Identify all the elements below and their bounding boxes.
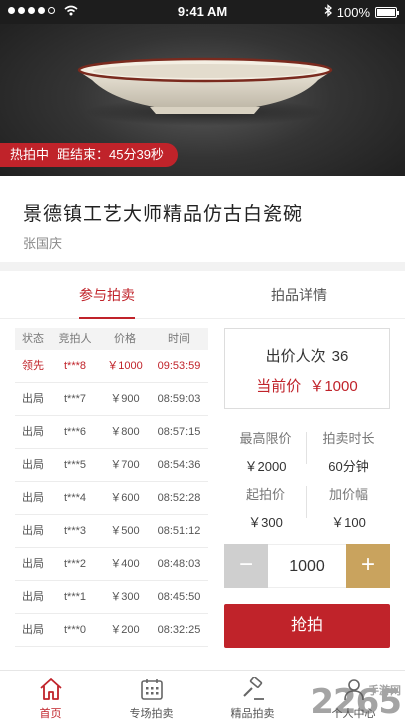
home-icon xyxy=(38,677,64,701)
row-bidder: t***0 xyxy=(63,624,87,636)
increment-cell: 加价幅 ￥100 xyxy=(307,484,390,531)
row-time: 08:52:28 xyxy=(157,492,201,504)
table-row: 出局 t***2 ￥400 08:48:03 xyxy=(15,548,208,581)
header-bidder: 竞拍人 xyxy=(58,333,92,345)
start-price-value: ￥300 xyxy=(248,515,283,530)
row-time: 08:54:36 xyxy=(157,459,201,471)
max-price-value: ￥2000 xyxy=(244,459,287,474)
watermark-subtext: 手游网 xyxy=(368,684,401,697)
nav-home[interactable]: 首页 xyxy=(0,671,101,721)
row-status: 出局 xyxy=(22,558,44,570)
row-price: ￥400 xyxy=(110,558,140,570)
table-row: 出局 t***7 ￥900 08:59:03 xyxy=(15,383,208,416)
hot-status-label: 热拍中 xyxy=(10,147,50,162)
current-price-value: ￥1000 xyxy=(309,378,358,395)
table-row: 出局 t***0 ￥200 08:32:25 xyxy=(15,614,208,647)
row-status: 领先 xyxy=(22,360,44,372)
nav-premium-auction-label: 精品拍卖 xyxy=(230,708,275,720)
header-price: 价格 xyxy=(114,333,136,345)
increase-bid-button[interactable]: + xyxy=(346,544,390,588)
bid-count-label: 出价人次 xyxy=(265,348,326,365)
row-bidder: t***7 xyxy=(63,393,87,405)
item-info: 景德镇工艺大师精品仿古白瓷碗 张国庆 xyxy=(0,176,405,262)
battery-icon xyxy=(375,6,399,18)
place-bid-button[interactable]: 抢拍 xyxy=(224,604,390,648)
row-time: 08:32:25 xyxy=(157,624,201,636)
battery-percent: 100% xyxy=(336,4,370,20)
row-bidder: t***6 xyxy=(63,426,87,438)
max-price-label: 最高限价 xyxy=(239,431,292,446)
row-price: ￥800 xyxy=(110,426,140,438)
row-status: 出局 xyxy=(22,393,44,405)
start-price-label: 起拍价 xyxy=(245,487,285,502)
nav-home-label: 首页 xyxy=(39,708,62,720)
increment-label: 加价幅 xyxy=(328,487,368,502)
calendar-icon xyxy=(139,677,165,701)
section-divider xyxy=(0,262,405,271)
row-time: 08:45:50 xyxy=(157,591,201,603)
item-title: 景德镇工艺大师精品仿古白瓷碗 xyxy=(23,204,304,225)
table-row: 出局 t***3 ￥500 08:51:12 xyxy=(15,515,208,548)
table-row: 出局 t***4 ￥600 08:52:28 xyxy=(15,482,208,515)
auction-rules: 最高限价 ￥2000 拍卖时长 60分钟 起拍价 ￥300 加价幅 ￥100 xyxy=(224,422,390,532)
table-row: 出局 t***5 ￥700 08:54:36 xyxy=(15,449,208,482)
row-price: ￥1000 xyxy=(107,360,143,372)
item-author: 张国庆 xyxy=(23,236,63,251)
bid-count-value: 36 xyxy=(331,348,349,365)
increment-value: ￥100 xyxy=(331,515,366,530)
row-price: ￥700 xyxy=(110,459,140,471)
nav-premium-auction[interactable]: 精品拍卖 xyxy=(202,671,303,721)
status-bar: 9:41 AM 100% xyxy=(0,0,405,24)
row-status: 出局 xyxy=(22,492,44,504)
duration-label: 拍卖时长 xyxy=(322,431,375,446)
table-row: 出局 t***1 ￥300 08:45:50 xyxy=(15,581,208,614)
bluetooth-icon xyxy=(324,4,332,20)
watermark-logo: 2265 手游网 xyxy=(310,682,402,722)
row-price: ￥500 xyxy=(110,525,140,537)
row-time: 09:53:59 xyxy=(157,360,201,372)
row-price: ￥300 xyxy=(110,591,140,603)
table-row: 领先 t***8 ￥1000 09:53:59 xyxy=(15,350,208,383)
row-status: 出局 xyxy=(22,459,44,471)
row-bidder: t***1 xyxy=(63,591,87,603)
row-time: 08:59:03 xyxy=(157,393,201,405)
bid-amount-stepper: − 1000 + xyxy=(224,544,390,588)
row-bidder: t***3 xyxy=(63,525,87,537)
auction-countdown-badge: 热拍中 距结束：45分39秒 xyxy=(0,143,178,167)
countdown-text: 距结束：45分39秒 xyxy=(57,147,164,162)
bid-amount-input[interactable]: 1000 xyxy=(268,544,346,588)
tab-join-auction[interactable]: 参与拍卖 xyxy=(27,271,187,319)
row-price: ￥200 xyxy=(110,624,140,636)
bid-history-table: 状态 竞拍人 价格 时间 领先 t***8 ￥1000 09:53:59 出局 … xyxy=(15,328,208,647)
table-row: 出局 t***6 ￥800 08:57:15 xyxy=(15,416,208,449)
decrease-bid-button[interactable]: − xyxy=(224,544,268,588)
row-time: 08:51:12 xyxy=(157,525,201,537)
header-status: 状态 xyxy=(22,333,44,345)
nav-special-auction-label: 专场拍卖 xyxy=(129,708,174,720)
gavel-icon xyxy=(240,676,266,701)
row-bidder: t***4 xyxy=(63,492,87,504)
duration-cell: 拍卖时长 60分钟 xyxy=(307,428,390,475)
row-time: 08:48:03 xyxy=(157,558,201,570)
row-bidder: t***5 xyxy=(63,459,87,471)
row-status: 出局 xyxy=(22,525,44,537)
start-price-cell: 起拍价 ￥300 xyxy=(224,484,307,531)
row-bidder: t***8 xyxy=(63,360,87,372)
header-time: 时间 xyxy=(168,333,190,345)
table-header: 状态 竞拍人 价格 时间 xyxy=(15,328,208,350)
row-status: 出局 xyxy=(22,426,44,438)
current-price-label: 当前价 xyxy=(256,378,302,395)
row-status: 出局 xyxy=(22,624,44,636)
nav-special-auction[interactable]: 专场拍卖 xyxy=(101,671,202,721)
row-price: ￥600 xyxy=(110,492,140,504)
duration-value: 60分钟 xyxy=(328,459,369,474)
max-price-cell: 最高限价 ￥2000 xyxy=(224,428,307,475)
row-status: 出局 xyxy=(22,591,44,603)
tab-bar: 参与拍卖 拍品详情 xyxy=(0,271,405,319)
bid-summary-box: 出价人次 36 当前价 ￥1000 xyxy=(224,328,390,409)
row-bidder: t***2 xyxy=(63,558,87,570)
row-time: 08:57:15 xyxy=(157,426,201,438)
row-price: ￥900 xyxy=(110,393,140,405)
tab-item-details[interactable]: 拍品详情 xyxy=(219,271,379,319)
